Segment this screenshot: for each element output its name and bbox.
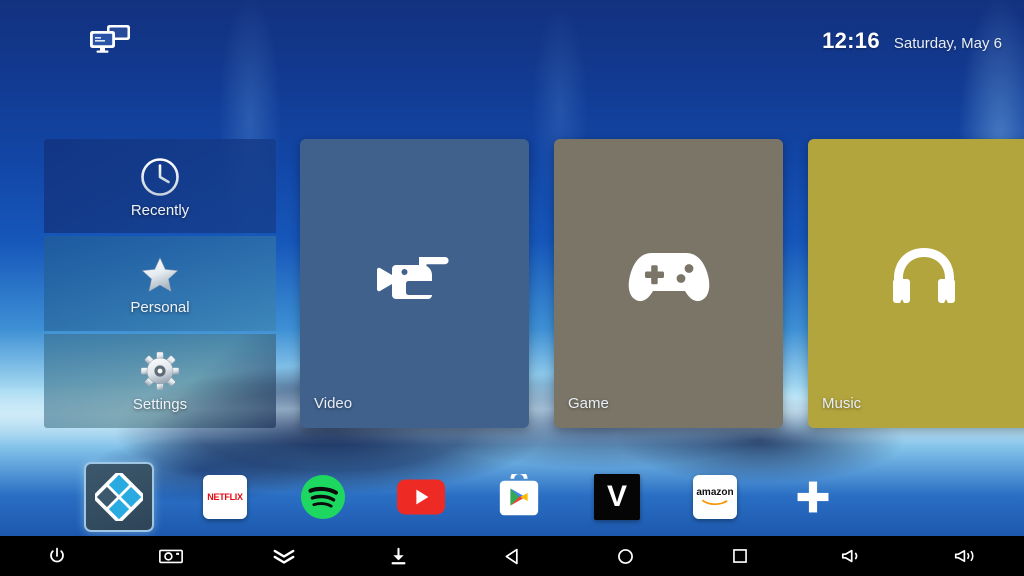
nav-home-button[interactable] <box>569 536 683 576</box>
status-bar: 12:16 Saturday, May 6 <box>0 0 1024 70</box>
tile-video[interactable]: Video <box>300 139 529 428</box>
back-triangle-icon <box>505 548 518 564</box>
clock-time: 12:16 <box>822 28 880 53</box>
netflix-wordmark: NETFLIX <box>207 492 243 502</box>
nav-power-button[interactable] <box>0 536 114 576</box>
amazon-wordmark: amazon <box>696 487 734 498</box>
nav-notifications-button[interactable] <box>228 536 342 576</box>
tile-music[interactable]: Music <box>808 139 1024 428</box>
nav-back-button[interactable] <box>455 536 569 576</box>
app-dock: NETFLIX V amazon <box>0 458 1024 536</box>
sidebar-item-label: Personal <box>130 298 190 316</box>
sidebar-item-settings[interactable]: Settings <box>44 333 276 428</box>
tile-game[interactable]: Game <box>554 139 783 428</box>
dock-app-amazon[interactable]: amazon <box>680 462 750 532</box>
clock-icon <box>137 154 183 200</box>
nav-screenshot-button[interactable] <box>114 536 228 576</box>
sidebar-item-label: Settings <box>132 396 188 414</box>
amazon-smile-icon <box>702 499 728 506</box>
system-navigation-bar <box>0 536 1024 576</box>
video-camera-icon <box>300 243 529 313</box>
camera-icon <box>158 549 183 564</box>
star-icon <box>137 251 183 297</box>
kodi-icon <box>95 473 143 521</box>
volume-up-icon <box>955 549 974 563</box>
double-chevron-down-icon <box>274 549 295 564</box>
play-store-icon <box>499 474 539 516</box>
recents-square-icon <box>732 549 747 563</box>
clock-date: Saturday, May 6 <box>893 35 1002 52</box>
dock-app-spotify[interactable] <box>288 462 358 532</box>
dock-app-vudu[interactable]: V <box>582 462 652 532</box>
youtube-icon <box>397 479 445 515</box>
home-circle-icon <box>618 548 634 564</box>
sidebar-item-label: Recently <box>130 201 190 219</box>
netflix-icon: NETFLIX <box>203 475 247 519</box>
sidebar-item-personal[interactable]: Personal <box>44 236 276 331</box>
tile-label: Music <box>822 395 862 412</box>
screen-mirror-icon[interactable] <box>88 24 132 54</box>
volume-down-icon <box>841 549 858 563</box>
plus-icon <box>797 481 829 513</box>
amazon-icon: amazon <box>693 475 737 519</box>
download-icon <box>391 547 406 564</box>
nav-volume-down-button[interactable] <box>796 536 910 576</box>
clock-area: 12:16 Saturday, May 6 <box>822 28 1002 54</box>
nav-volume-up-button[interactable] <box>910 536 1024 576</box>
tile-row: Recently Personal Settings Video Game Mu… <box>0 139 1024 429</box>
tile-label: Game <box>568 395 609 412</box>
dock-app-kodi[interactable] <box>84 462 154 532</box>
dock-app-youtube[interactable] <box>386 462 456 532</box>
gear-icon <box>137 348 183 394</box>
side-menu: Recently Personal Settings <box>44 139 276 428</box>
headphones-icon <box>808 243 1024 309</box>
vudu-wordmark: V <box>606 480 627 513</box>
nav-recents-button[interactable] <box>683 536 797 576</box>
sidebar-item-recently[interactable]: Recently <box>44 139 276 234</box>
gamepad-icon <box>554 243 783 307</box>
vudu-icon: V <box>594 474 640 520</box>
dock-app-netflix[interactable]: NETFLIX <box>190 462 260 532</box>
dock-app-play-store[interactable] <box>484 462 554 532</box>
dock-add-button[interactable] <box>778 462 848 532</box>
nav-download-button[interactable] <box>341 536 455 576</box>
spotify-icon <box>300 474 346 520</box>
power-icon <box>50 547 64 563</box>
tile-label: Video <box>314 395 353 412</box>
